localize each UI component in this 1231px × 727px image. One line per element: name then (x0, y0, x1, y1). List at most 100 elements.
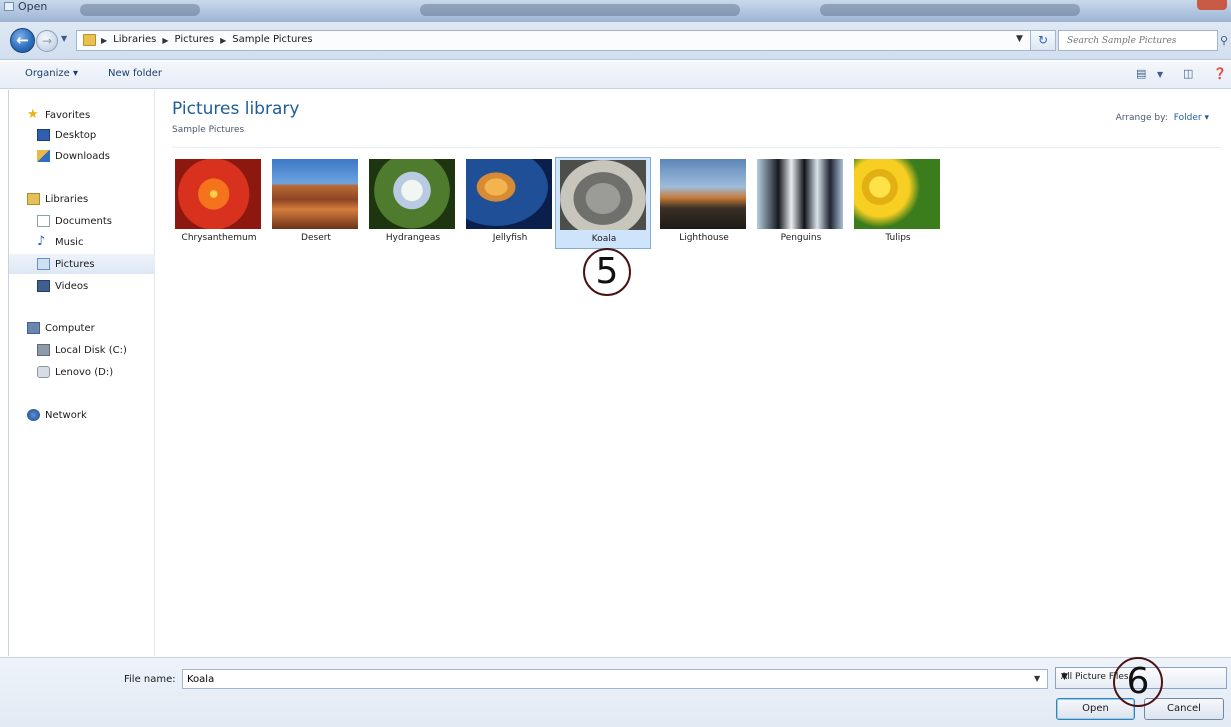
thumbnail-image (466, 159, 552, 229)
preview-pane-icon[interactable]: ◫ (1183, 67, 1193, 80)
nav-label: Videos (55, 280, 89, 292)
change-view-icon[interactable]: ▤ (1136, 67, 1146, 80)
divider (172, 147, 1222, 148)
nav-favorites[interactable]: ★ Favorites (27, 105, 173, 125)
breadcrumb-libraries[interactable]: Libraries (113, 34, 156, 47)
pictures-icon (37, 258, 50, 270)
file-item-chrysanthemum[interactable]: Chrysanthemum (171, 157, 267, 249)
file-name-field[interactable] (182, 669, 1048, 689)
search-input[interactable] (1059, 31, 1217, 50)
drive-icon (37, 366, 50, 378)
address-bar: ← → ▼ ▶ Libraries ▶ Pictures ▶ Sample Pi… (0, 22, 1231, 60)
nav-label: Network (45, 409, 87, 421)
music-icon: ♪ (37, 234, 46, 249)
address-dropdown-icon[interactable]: ▼ (1016, 34, 1023, 44)
file-name-label: Penguins (780, 233, 822, 243)
file-item-jellyfish[interactable]: Jellyfish (462, 157, 558, 249)
nav-label: Libraries (45, 193, 89, 205)
file-name-label: Chrysanthemum (181, 233, 257, 243)
title-bar: Open (0, 0, 1231, 22)
nav-label: Local Disk (C:) (55, 344, 127, 356)
refresh-icon[interactable]: ↻ (1030, 30, 1056, 51)
nav-label: Music (55, 236, 84, 248)
command-bar: Organize ▾ New folder ▤ ▼ ◫ ❓ (0, 61, 1231, 89)
help-icon[interactable]: ❓ (1213, 67, 1227, 80)
thumbnail-image (175, 159, 261, 229)
chevron-right-icon[interactable]: ▶ (101, 34, 107, 47)
desktop-icon (37, 129, 50, 141)
breadcrumb-pictures[interactable]: Pictures (175, 34, 215, 47)
file-item-tulips[interactable]: Tulips (850, 157, 946, 249)
new-folder-button[interactable]: New folder (108, 68, 162, 79)
nav-label: Favorites (45, 109, 91, 121)
organize-button[interactable]: Organize ▾ (25, 68, 78, 79)
view-dropdown-icon[interactable]: ▼ (1157, 70, 1163, 79)
file-name-label: Desert (301, 233, 331, 243)
file-name-label: Jellyfish (492, 233, 528, 243)
back-arrow-icon[interactable]: ← (10, 28, 35, 53)
search-icon[interactable]: ⚲ (1220, 34, 1229, 47)
computer-icon (27, 322, 40, 334)
file-name-dropdown-icon[interactable]: ▼ (1034, 674, 1040, 683)
videos-icon (37, 280, 50, 292)
title-blur (80, 4, 200, 16)
close-button[interactable] (1197, 0, 1227, 10)
file-name-label: Hydrangeas (385, 233, 441, 243)
downloads-icon (37, 150, 50, 162)
chevron-right-icon[interactable]: ▶ (220, 34, 226, 47)
thumbnail-image (369, 159, 455, 229)
title-blur (420, 4, 740, 16)
title-blur (820, 4, 1080, 16)
nav-pictures[interactable]: Pictures (9, 254, 155, 274)
arrange-dropdown[interactable]: Folder ▾ (1174, 113, 1209, 123)
thumbnail-image (757, 159, 843, 229)
recent-pages-dropdown-icon[interactable]: ▼ (61, 34, 67, 43)
search-field[interactable] (1058, 30, 1218, 51)
nav-label: Lenovo (D:) (55, 366, 114, 378)
file-name-label: Lighthouse (679, 233, 729, 243)
cancel-button[interactable]: Cancel (1144, 698, 1224, 720)
file-name-label: File name: (124, 674, 176, 685)
file-item-penguins[interactable]: Penguins (753, 157, 849, 249)
nav-label: Desktop (55, 129, 97, 141)
network-icon (27, 409, 40, 421)
dialog-footer: File name: ▼ All Picture Files ▼ Open Ca… (0, 657, 1231, 727)
file-item-koala[interactable]: Koala (555, 157, 651, 249)
thumbnail-image (660, 159, 746, 229)
nav-label: Pictures (55, 258, 95, 270)
arrange-label: Arrange by: (1115, 113, 1168, 123)
step-5-callout: 5 (583, 248, 631, 296)
folder-icon (83, 34, 96, 46)
thumbnail-image (272, 159, 358, 229)
file-list-pane: Pictures library Sample Pictures Arrange… (156, 90, 1231, 656)
arrange-by: Arrange by: Folder ▾ (1116, 113, 1209, 123)
window-title: Open (18, 0, 48, 13)
documents-icon (37, 215, 50, 227)
file-item-hydrangeas[interactable]: Hydrangeas (365, 157, 461, 249)
libraries-icon (27, 193, 40, 205)
file-item-lighthouse[interactable]: Lighthouse (656, 157, 752, 249)
window-icon (4, 2, 14, 11)
breadcrumb[interactable]: ▶ Libraries ▶ Pictures ▶ Sample Pictures (76, 30, 1032, 51)
local-disk-icon (37, 344, 50, 356)
nav-label: Downloads (55, 150, 110, 162)
nav-computer[interactable]: Computer (27, 318, 173, 338)
nav-label: Computer (45, 322, 95, 334)
nav-network[interactable]: Network (27, 405, 173, 425)
file-name-label: Koala (591, 234, 617, 244)
library-title: Pictures library (172, 99, 300, 119)
navigation-pane: ★ Favorites Desktop Downloads Libraries … (8, 90, 155, 656)
thumbnail-image (854, 159, 940, 229)
star-icon: ★ (27, 107, 39, 122)
breadcrumb-sample-pictures[interactable]: Sample Pictures (232, 34, 312, 47)
step-6-callout: 6 (1113, 657, 1163, 707)
file-name-label: Tulips (885, 233, 911, 243)
nav-label: Documents (55, 215, 113, 227)
chevron-right-icon[interactable]: ▶ (162, 34, 168, 47)
file-item-desert[interactable]: Desert (268, 157, 364, 249)
nav-libraries[interactable]: Libraries (27, 189, 173, 209)
file-name-input[interactable] (183, 670, 1047, 688)
library-subtitle: Sample Pictures (172, 125, 245, 135)
thumbnail-image (560, 160, 646, 230)
forward-arrow-icon[interactable]: → (36, 30, 58, 52)
